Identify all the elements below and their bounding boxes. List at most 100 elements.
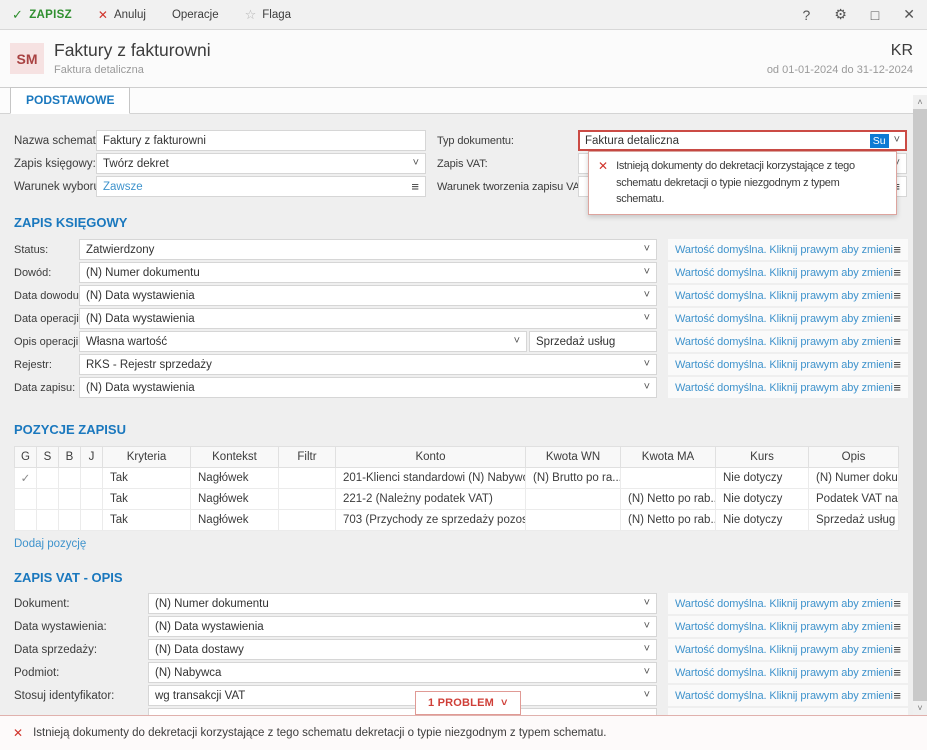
status-select[interactable]: Zatwierdzony ˅ xyxy=(79,239,657,260)
page-subtitle: Faktura detaliczna xyxy=(54,64,211,76)
close-icon[interactable]: ✕ xyxy=(903,6,915,23)
menu-icon[interactable]: ≡ xyxy=(893,335,901,348)
column-header[interactable]: Kontekst xyxy=(191,447,279,468)
default-value-hint[interactable]: Wartość domyślna. Kliknij prawym aby zmi… xyxy=(668,262,908,283)
default-value-hint[interactable]: Wartość domyślna. Kliknij prawym aby zmi… xyxy=(668,308,908,329)
document-number-select[interactable]: (N) Numer dokumentu ˅ xyxy=(79,262,657,283)
menu-icon[interactable]: ≡ xyxy=(893,689,901,702)
hint-text: Wartość domyślna. Kliknij prawym aby zmi… xyxy=(675,267,893,279)
cell: (N) Netto po rab... xyxy=(621,489,716,510)
cell: 703 (Przychody ze sprzedaży pozostały... xyxy=(336,510,526,531)
menu-icon[interactable]: ≡ xyxy=(893,620,901,633)
cancel-label: Anuluj xyxy=(114,9,146,21)
menu-icon[interactable]: ≡ xyxy=(893,243,901,256)
vat-entity-select[interactable]: (N) Nabywca ˅ xyxy=(148,662,657,683)
menu-icon[interactable]: ≡ xyxy=(893,381,901,394)
problem-button[interactable]: 1 PROBLEM ˅ xyxy=(415,691,521,715)
cell xyxy=(621,468,716,489)
default-value-hint[interactable]: Wartość domyślna. Kliknij prawym aby zmi… xyxy=(668,685,908,706)
scroll-up-icon[interactable]: ˄ xyxy=(913,95,927,109)
cell: 221-2 (Należny podatek VAT) xyxy=(336,489,526,510)
menu-icon[interactable]: ≡ xyxy=(893,266,901,279)
section-ledger: ZAPIS KSIĘGOWY Status: Zatwierdzony ˅ Wa… xyxy=(14,215,927,398)
operations-menu-button[interactable]: Operacje xyxy=(172,9,219,21)
document-date-select[interactable]: (N) Data wystawienia ˅ xyxy=(79,285,657,306)
vat-sale-date-select[interactable]: (N) Data dostawy ˅ xyxy=(148,639,657,660)
default-value-hint[interactable]: Wartość domyślna. Kliknij prawym aby zmi… xyxy=(668,354,908,375)
column-header[interactable]: G xyxy=(15,447,37,468)
document-type-select[interactable]: Faktura detaliczna Su ˅ xyxy=(578,130,907,151)
cell: Nagłówek xyxy=(191,510,279,531)
period-range: od 01-01-2024 do 31-12-2024 xyxy=(767,64,913,76)
help-icon[interactable]: ? xyxy=(802,7,810,23)
cell: Nie dotyczy xyxy=(716,489,809,510)
menu-icon[interactable]: ≡ xyxy=(893,597,901,610)
condition-link[interactable]: Zawsze xyxy=(103,181,411,193)
column-header[interactable]: J xyxy=(81,447,103,468)
menu-icon[interactable]: ≡ xyxy=(893,312,901,325)
table-row[interactable]: Tak Nagłówek 703 (Przychody ze sprzedaży… xyxy=(15,510,899,531)
default-value-hint[interactable]: Wartość domyślna. Kliknij prawym aby zmi… xyxy=(668,616,908,637)
default-value-hint[interactable]: Wartość domyślna. Kliknij prawym aby zmi… xyxy=(668,639,908,660)
add-position-link[interactable]: Dodaj pozycję xyxy=(14,538,86,550)
vat-document-select[interactable]: (N) Numer dokumentu ˅ xyxy=(148,593,657,614)
save-button[interactable]: ✓ ZAPISZ xyxy=(12,7,72,23)
column-header[interactable]: B xyxy=(59,447,81,468)
column-header[interactable]: Kryteria xyxy=(103,447,191,468)
vat-issue-date-select[interactable]: (N) Data wystawienia ˅ xyxy=(148,616,657,637)
hint-text: Wartość domyślna. Kliknij prawym aby zmi… xyxy=(675,336,893,348)
scroll-down-icon[interactable]: ˅ xyxy=(913,701,927,715)
column-header[interactable]: Konto xyxy=(336,447,526,468)
entry-date-select[interactable]: (N) Data wystawienia ˅ xyxy=(79,377,657,398)
hint-text: Wartość domyślna. Kliknij prawym aby zmi… xyxy=(675,644,893,656)
operation-date-select[interactable]: (N) Data wystawienia ˅ xyxy=(79,308,657,329)
selection-condition-control[interactable]: Zawsze ≡ xyxy=(96,176,426,197)
default-value-hint[interactable]: Wartość domyślna. Kliknij prawym aby zmi… xyxy=(668,331,908,352)
scrollbar-thumb[interactable] xyxy=(913,109,927,701)
default-value-hint[interactable]: Wartość domyślna. Kliknij prawym aby zmi… xyxy=(668,239,908,260)
menu-icon[interactable]: ≡ xyxy=(893,289,901,302)
column-header[interactable]: Kwota MA xyxy=(621,447,716,468)
operation-description-select[interactable]: Własna wartość ˅ xyxy=(79,331,527,352)
positions-table: G S B J Kryteria Kontekst Filtr Konto Kw… xyxy=(14,446,899,531)
default-value-hint[interactable]: Wartość domyślna. Kliknij prawym aby zmi… xyxy=(668,285,908,306)
register-select[interactable]: RKS - Rejestr sprzedaży ˅ xyxy=(79,354,657,375)
menu-icon[interactable]: ≡ xyxy=(893,358,901,371)
cancel-button[interactable]: ✕ Anuluj xyxy=(98,8,146,22)
schema-name-input[interactable]: Faktury z fakturowni xyxy=(96,130,426,151)
column-header[interactable]: Filtr xyxy=(279,447,336,468)
field-value: Własna wartość xyxy=(86,336,514,348)
cell: Sprzedaż usług xyxy=(809,510,899,531)
error-x-icon: ✕ xyxy=(13,726,23,740)
cell xyxy=(526,510,621,531)
default-value-hint[interactable] xyxy=(668,708,908,715)
vertical-scrollbar[interactable]: ˄ ˅ xyxy=(913,95,927,715)
field-label: Rejestr: xyxy=(14,359,79,371)
table-row[interactable]: ✓ Tak Nagłówek 201-Klienci standardowi (… xyxy=(15,468,899,489)
menu-icon[interactable]: ≡ xyxy=(893,666,901,679)
gear-icon[interactable]: ⚙ xyxy=(834,6,847,23)
default-value-hint[interactable]: Wartość domyślna. Kliknij prawym aby zmi… xyxy=(668,662,908,683)
chevron-down-icon: ˅ xyxy=(644,644,650,655)
field-value: (N) Data wystawienia xyxy=(155,621,644,633)
column-header[interactable]: Opis xyxy=(809,447,899,468)
vat-identifier-select[interactable]: wg transakcji VAT ˅ xyxy=(148,685,657,706)
form-row: Data zapisu: (N) Data wystawienia ˅ Wart… xyxy=(14,377,927,398)
flag-button[interactable]: ☆ Flaga xyxy=(245,7,291,23)
tab-podstawowe[interactable]: PODSTAWOWE xyxy=(10,87,130,114)
cell xyxy=(81,468,103,489)
maximize-icon[interactable]: □ xyxy=(871,7,879,23)
column-header[interactable]: Kwota WN xyxy=(526,447,621,468)
column-header[interactable]: S xyxy=(37,447,59,468)
ledger-mode-select[interactable]: Twórz dekret ˅ xyxy=(96,153,426,174)
default-value-hint[interactable]: Wartość domyślna. Kliknij prawym aby zmi… xyxy=(668,377,908,398)
hint-text: Wartość domyślna. Kliknij prawym aby zmi… xyxy=(675,621,893,633)
toolbar: ✓ ZAPISZ ✕ Anuluj Operacje ☆ Flaga ? ⚙ □… xyxy=(0,0,927,30)
menu-icon[interactable]: ≡ xyxy=(411,180,419,193)
clipped-field[interactable] xyxy=(148,708,657,715)
operation-description-input[interactable]: Sprzedaż usług xyxy=(529,331,657,352)
menu-icon[interactable]: ≡ xyxy=(893,643,901,656)
column-header[interactable]: Kurs xyxy=(716,447,809,468)
default-value-hint[interactable]: Wartość domyślna. Kliknij prawym aby zmi… xyxy=(668,593,908,614)
table-row[interactable]: Tak Nagłówek 221-2 (Należny podatek VAT)… xyxy=(15,489,899,510)
